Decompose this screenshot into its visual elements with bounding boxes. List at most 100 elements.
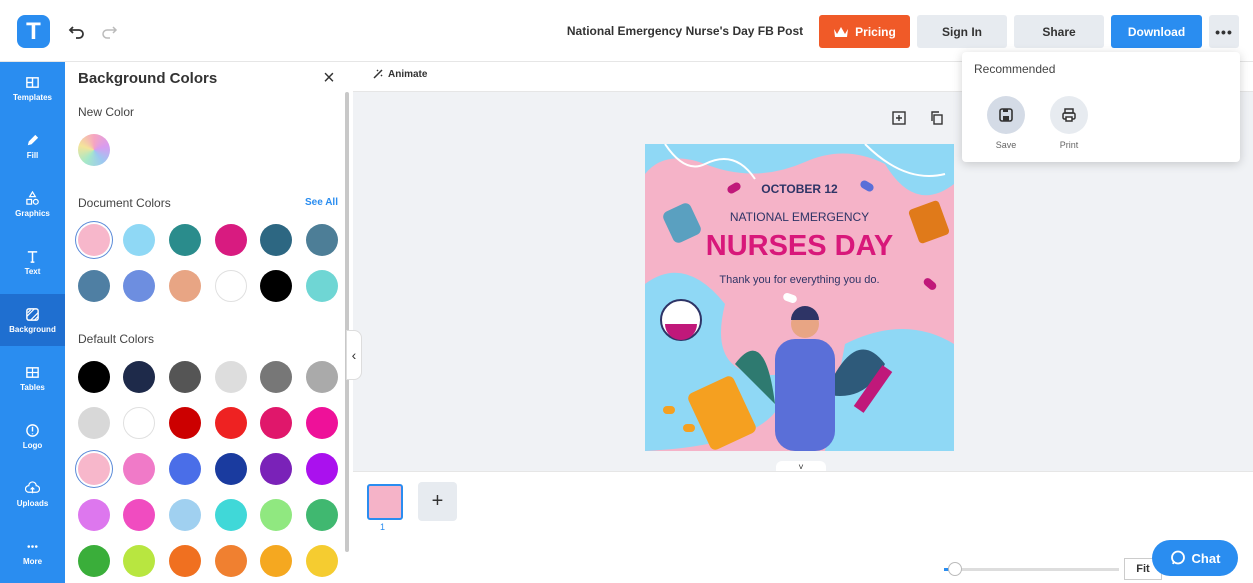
color-swatch[interactable]: [123, 453, 155, 485]
text-icon: [27, 250, 38, 263]
color-swatch[interactable]: [215, 407, 247, 439]
pricing-button[interactable]: Pricing: [819, 15, 910, 48]
duplicate-icon[interactable]: [929, 110, 945, 126]
color-swatch[interactable]: [78, 270, 110, 302]
collapse-panel-button[interactable]: ‹: [346, 330, 362, 380]
color-swatch[interactable]: [306, 453, 338, 485]
color-swatch[interactable]: [169, 499, 201, 531]
color-swatch[interactable]: [123, 224, 155, 256]
document-title[interactable]: National Emergency Nurse's Day FB Post: [560, 24, 810, 38]
design-date[interactable]: OCTOBER 12: [645, 182, 954, 196]
app-logo[interactable]: T: [17, 15, 50, 48]
close-icon[interactable]: ×: [319, 68, 339, 88]
color-swatch[interactable]: [260, 407, 292, 439]
color-swatch[interactable]: [260, 361, 292, 393]
color-swatch[interactable]: [169, 453, 201, 485]
color-swatch[interactable]: [169, 224, 201, 256]
background-colors-panel: Background Colors × New Color Document C…: [65, 62, 353, 583]
new-color-picker[interactable]: [78, 134, 110, 166]
color-swatch[interactable]: [123, 407, 155, 439]
zoom-slider[interactable]: [944, 568, 1119, 571]
redo-icon[interactable]: [100, 21, 118, 39]
rail-item-uploads[interactable]: Uploads: [0, 468, 65, 520]
see-all-link[interactable]: See All: [305, 197, 338, 208]
rail-item-more[interactable]: More: [0, 526, 65, 578]
color-swatch[interactable]: [78, 499, 110, 531]
rail-label: Templates: [13, 92, 52, 102]
default-colors-label: Default Colors: [78, 332, 155, 346]
color-swatch[interactable]: [169, 407, 201, 439]
rail-item-fill[interactable]: Fill: [0, 120, 65, 172]
page-thumbnail[interactable]: [367, 484, 403, 520]
dropdown-item-save[interactable]: Save: [986, 96, 1026, 150]
color-swatch[interactable]: [306, 270, 338, 302]
color-swatch[interactable]: [123, 270, 155, 302]
color-swatch[interactable]: [169, 270, 201, 302]
color-swatch[interactable]: [169, 545, 201, 577]
color-swatch[interactable]: [123, 499, 155, 531]
color-swatch[interactable]: [78, 407, 110, 439]
color-swatch[interactable]: [215, 545, 247, 577]
rail-item-logo[interactable]: Logo: [0, 410, 65, 462]
color-swatch[interactable]: [78, 453, 110, 485]
rail-item-graphics[interactable]: Graphics: [0, 178, 65, 230]
save-button[interactable]: [987, 96, 1025, 134]
color-swatch[interactable]: [306, 499, 338, 531]
color-swatch[interactable]: [123, 545, 155, 577]
share-button[interactable]: Share: [1014, 15, 1104, 48]
print-button[interactable]: [1050, 96, 1088, 134]
rail-item-text[interactable]: Text: [0, 236, 65, 288]
color-swatch[interactable]: [260, 453, 292, 485]
animate-icon: [373, 69, 383, 79]
page-number: 1: [380, 522, 386, 532]
rail-label: Tables: [20, 382, 45, 392]
design-canvas[interactable]: OCTOBER 12 NATIONAL EMERGENCY NURSES DAY…: [645, 144, 954, 451]
color-swatch[interactable]: [306, 545, 338, 577]
color-swatch[interactable]: [123, 361, 155, 393]
dropdown-item-print[interactable]: Print: [1049, 96, 1089, 150]
chevron-left-icon: ‹: [351, 347, 357, 363]
more-options-button[interactable]: •••: [1209, 15, 1239, 48]
color-swatch[interactable]: [78, 224, 110, 256]
shapes-icon: [26, 190, 39, 205]
more-icon: [27, 544, 38, 548]
design-subtitle[interactable]: NATIONAL EMERGENCY: [645, 210, 954, 224]
design-thanks-text[interactable]: Thank you for everything you do.: [645, 274, 954, 286]
color-swatch[interactable]: [215, 499, 247, 531]
color-swatch[interactable]: [260, 545, 292, 577]
rail-item-templates[interactable]: Templates: [0, 62, 65, 114]
sign-in-button[interactable]: Sign In: [917, 15, 1007, 48]
color-swatch[interactable]: [215, 361, 247, 393]
color-swatch[interactable]: [169, 361, 201, 393]
zoom-slider-knob[interactable]: [947, 562, 962, 576]
rail-item-background[interactable]: Background: [0, 294, 65, 346]
color-swatch[interactable]: [260, 270, 292, 302]
color-swatch[interactable]: [260, 224, 292, 256]
design-title[interactable]: NURSES DAY: [645, 230, 954, 263]
crown-icon: [834, 26, 849, 37]
color-swatch[interactable]: [260, 499, 292, 531]
color-swatch[interactable]: [78, 361, 110, 393]
panel-scrollbar[interactable]: [345, 92, 349, 552]
chat-button[interactable]: Chat: [1152, 540, 1238, 576]
dropdown-title: Recommended: [974, 62, 1056, 76]
logo-icon: [26, 423, 39, 437]
rail-item-tables[interactable]: Tables: [0, 352, 65, 404]
download-button[interactable]: Download: [1111, 15, 1202, 48]
color-swatch[interactable]: [306, 407, 338, 439]
rail-label: Graphics: [15, 208, 50, 218]
add-page-button[interactable]: +: [418, 482, 457, 521]
color-swatch[interactable]: [215, 270, 247, 302]
color-swatch[interactable]: [306, 224, 338, 256]
chat-label: Chat: [1191, 550, 1221, 566]
color-swatch[interactable]: [78, 545, 110, 577]
undo-icon[interactable]: [68, 21, 86, 39]
color-swatch[interactable]: [215, 224, 247, 256]
color-swatch[interactable]: [215, 453, 247, 485]
add-element-icon[interactable]: [891, 110, 907, 126]
animate-button[interactable]: Animate: [372, 68, 427, 80]
color-swatch[interactable]: [306, 361, 338, 393]
rail-label: More: [22, 556, 43, 566]
save-icon: [999, 108, 1013, 122]
rail-label: Logo: [22, 440, 43, 450]
